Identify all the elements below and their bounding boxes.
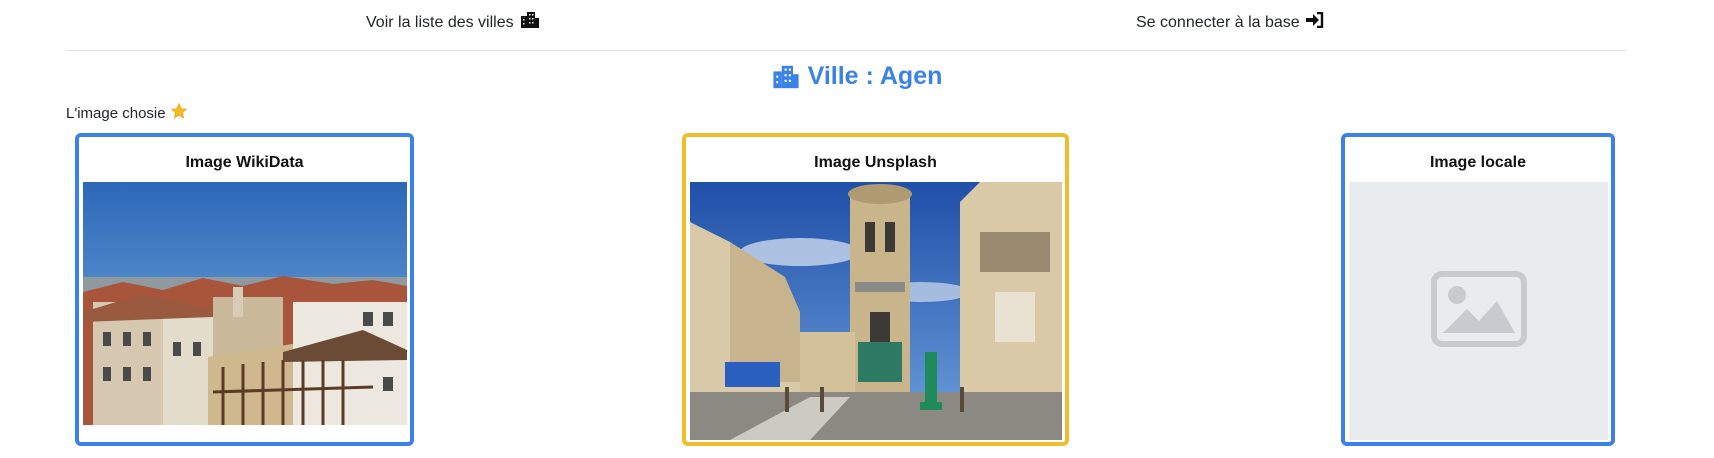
city-icon bbox=[772, 65, 800, 89]
page-title: Ville : Agen bbox=[0, 62, 1714, 91]
image-placeholder bbox=[1349, 182, 1608, 440]
chosen-image-text: L'image chosie bbox=[66, 104, 166, 122]
image-card-title: Image Unsplash bbox=[814, 154, 937, 171]
sign-in-icon bbox=[1305, 11, 1324, 33]
star-icon bbox=[170, 102, 188, 124]
wikidata-photo bbox=[83, 182, 407, 425]
unsplash-photo bbox=[690, 182, 1062, 440]
city-icon bbox=[520, 12, 540, 33]
image-card-local[interactable]: Image locale bbox=[1341, 133, 1615, 446]
top-nav: Voir la liste des villes Se connecter à … bbox=[66, 0, 1626, 51]
nav-link-login-label: Se connecter à la base bbox=[1136, 13, 1300, 31]
nav-link-login[interactable]: Se connecter à la base bbox=[1136, 11, 1324, 33]
image-card-title: Image locale bbox=[1429, 154, 1527, 171]
image-placeholder-icon bbox=[1430, 270, 1527, 352]
nav-link-cities-list[interactable]: Voir la liste des villes bbox=[366, 12, 540, 33]
page-title-text: Ville : Agen bbox=[807, 62, 943, 90]
image-card-wikidata[interactable]: Image WikiData bbox=[75, 133, 414, 446]
image-card-title: Image WikiData bbox=[185, 154, 304, 171]
image-card-unsplash[interactable]: Image Unsplash bbox=[682, 133, 1069, 446]
chosen-image-label: L'image chosie bbox=[66, 102, 188, 124]
nav-link-cities-label: Voir la liste des villes bbox=[366, 13, 514, 31]
